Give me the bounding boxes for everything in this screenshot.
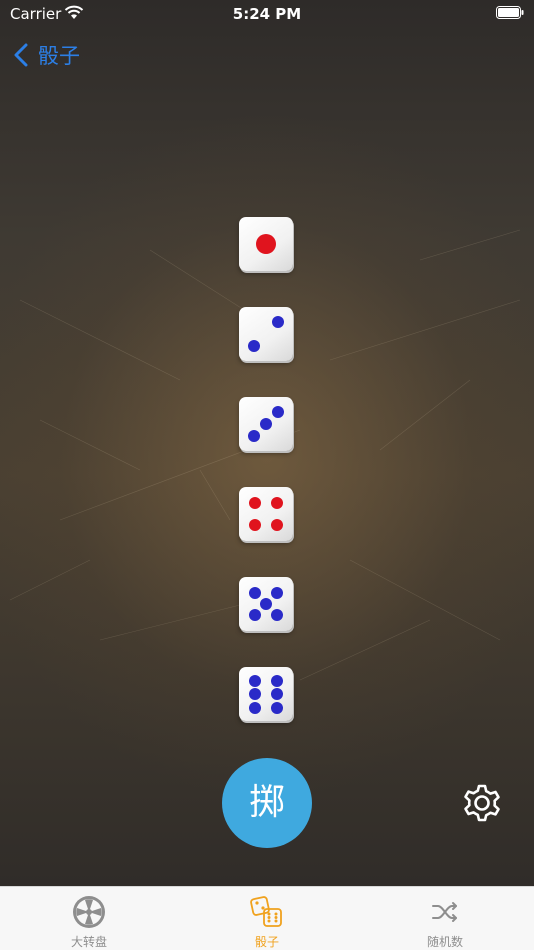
die-3 xyxy=(239,397,293,451)
tab-dice[interactable]: 骰子 xyxy=(178,887,356,950)
die-2 xyxy=(239,307,293,361)
die-5 xyxy=(239,577,293,631)
shuffle-icon xyxy=(432,902,457,922)
die-pip xyxy=(271,406,284,419)
dice-screen: Carrier 5:24 PM 骰子 掷 大转盘 骰子 随机数 xyxy=(0,0,534,950)
tab-wheel[interactable]: 大转盘 xyxy=(0,887,178,950)
die-pip xyxy=(270,701,283,714)
tab-random-number-label: 随机数 xyxy=(426,935,463,949)
tab-random-number[interactable]: 随机数 xyxy=(356,887,534,950)
die-pip xyxy=(249,518,262,531)
tab-bar: 大转盘 骰子 随机数 xyxy=(0,886,534,950)
gear-icon[interactable] xyxy=(459,780,505,826)
die-6 xyxy=(239,667,293,721)
die-4 xyxy=(239,487,293,541)
tab-dice-label: 骰子 xyxy=(254,935,279,949)
die-pip xyxy=(249,674,262,687)
die-pip xyxy=(270,518,283,531)
battery-icon xyxy=(496,6,524,19)
die-pip xyxy=(248,339,261,352)
back-label: 骰子 xyxy=(38,44,80,68)
die-pip xyxy=(249,701,262,714)
die-pip xyxy=(260,418,272,430)
die-pip xyxy=(248,429,261,442)
die-1 xyxy=(239,217,293,271)
dice-column xyxy=(239,217,295,757)
status-time: 5:24 PM xyxy=(232,5,302,23)
die-pip xyxy=(249,497,262,510)
dice-icon xyxy=(250,896,282,927)
roll-button[interactable]: 掷 xyxy=(222,758,312,848)
die-pip xyxy=(271,316,284,329)
die-pip xyxy=(249,608,262,621)
status-bar: Carrier 5:24 PM xyxy=(0,0,534,28)
die-pip xyxy=(249,587,262,600)
die-pip xyxy=(249,688,262,700)
chevron-left-icon xyxy=(14,43,28,67)
die-pip xyxy=(270,608,283,621)
tab-wheel-label: 大转盘 xyxy=(70,935,107,949)
die-pip xyxy=(270,587,283,600)
die-pip xyxy=(270,674,283,687)
back-button[interactable]: 骰子 xyxy=(14,40,80,70)
die-pip xyxy=(270,497,283,510)
die-pip xyxy=(256,234,276,254)
wheel-icon xyxy=(73,896,105,928)
die-pip xyxy=(260,598,272,610)
die-pip xyxy=(270,688,283,700)
